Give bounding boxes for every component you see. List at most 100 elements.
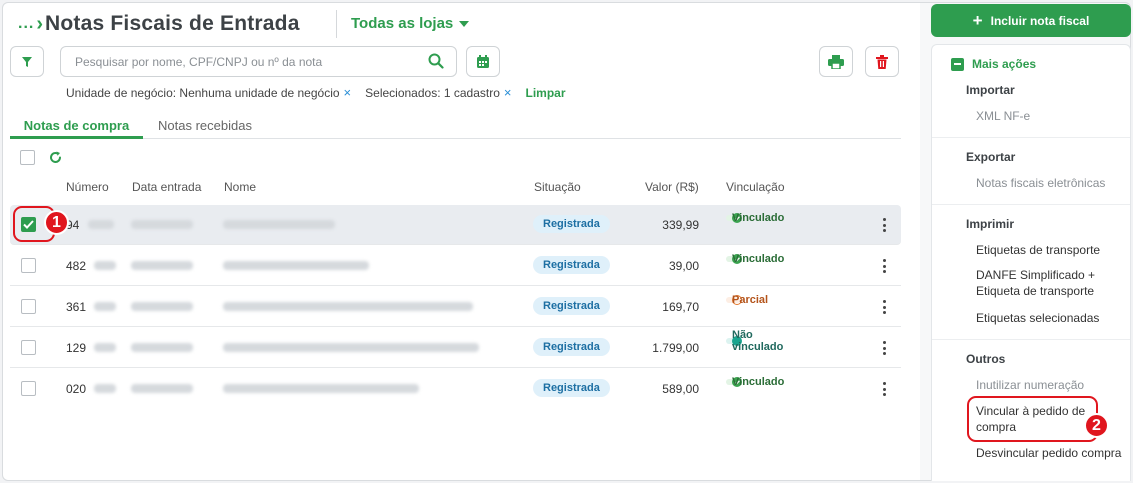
menu-item-export-nfe[interactable]: Notas fiscais eletrônicas xyxy=(976,175,1126,191)
delete-button[interactable] xyxy=(865,46,899,77)
calendar-button[interactable] xyxy=(466,46,500,77)
row-actions-menu-icon[interactable] xyxy=(879,299,889,315)
row-actions-menu-icon[interactable] xyxy=(879,258,889,274)
row-actions-menu-icon[interactable] xyxy=(879,381,889,397)
search-box xyxy=(60,46,457,77)
menu-item-unlink-purchase-order[interactable]: Desvincular pedido compra xyxy=(976,445,1126,461)
row-actions-menu-icon[interactable] xyxy=(879,340,889,356)
tab-notas-de-compra[interactable]: Notas de compra xyxy=(10,118,143,139)
trash-icon xyxy=(876,54,888,69)
column-data-entrada[interactable]: Data entrada xyxy=(132,180,201,194)
cell-numero: 482 xyxy=(66,259,87,273)
cell-numero: 361 xyxy=(66,300,87,314)
row-checkbox[interactable] xyxy=(21,258,36,273)
link-status-label: Vinculado xyxy=(732,212,785,224)
caret-down-icon xyxy=(459,21,470,27)
link-status-label: Parcial xyxy=(732,294,769,306)
redacted-text xyxy=(94,343,116,352)
table-header: Número Data entrada Nome Situação Valor … xyxy=(10,180,901,198)
search-input[interactable] xyxy=(75,53,415,71)
status-badge: Registrada xyxy=(533,215,610,233)
active-filters: Unidade de negócio: Nenhuma unidade de n… xyxy=(66,85,566,100)
cell-numero: 129 xyxy=(66,341,87,355)
table-row[interactable]: 482 Registrada 39,00 Vinculado xyxy=(10,246,901,286)
step-marker: 1 xyxy=(44,210,69,235)
status-badge: Registrada xyxy=(533,297,610,315)
link-status-badge: Vinculado xyxy=(726,212,784,224)
page-title: Notas Fiscais de Entrada xyxy=(45,12,300,35)
redacted-text xyxy=(94,261,116,270)
row-checkbox[interactable] xyxy=(21,340,36,355)
more-actions-toggle[interactable]: Mais ações xyxy=(951,57,1036,71)
divider xyxy=(932,339,1130,340)
calendar-icon xyxy=(477,54,489,68)
header-divider xyxy=(336,10,337,38)
breadcrumb: ... › Notas Fiscais de Entrada xyxy=(18,12,300,36)
cell-valor: 39,00 xyxy=(668,259,699,273)
clear-filters-link[interactable]: Limpar xyxy=(526,86,566,100)
menu-item-shipping-labels[interactable]: Etiquetas de transporte xyxy=(976,242,1126,258)
redacted-name xyxy=(223,343,479,352)
tab-bar: Notas de compra Notas recebidas xyxy=(10,116,901,139)
link-status-badge: Vinculado xyxy=(726,253,784,265)
cell-numero: 020 xyxy=(66,382,87,396)
store-selector-label: Todas as lojas xyxy=(351,15,454,32)
column-vinculacao[interactable]: Vinculação xyxy=(726,180,785,194)
column-valor[interactable]: Valor (R$) xyxy=(645,180,699,194)
row-actions-menu-icon[interactable] xyxy=(879,217,889,233)
divider xyxy=(932,137,1130,138)
printer-icon xyxy=(828,54,844,69)
filter-chip-selected: Selecionados: 1 cadastro xyxy=(365,85,500,100)
column-situacao[interactable]: Situação xyxy=(534,180,581,194)
select-all-checkbox[interactable] xyxy=(20,150,35,165)
add-invoice-label: Incluir nota fiscal xyxy=(990,13,1090,28)
status-badge: Registrada xyxy=(533,256,610,274)
cell-valor: 589,00 xyxy=(662,382,699,396)
status-badge: Registrada xyxy=(533,338,610,356)
highlight-box xyxy=(967,396,1098,442)
redacted-name xyxy=(223,220,335,229)
section-title-importar: Importar xyxy=(966,83,1015,97)
store-selector[interactable]: Todas as lojas xyxy=(351,15,470,32)
breadcrumb-back-link[interactable]: ... xyxy=(18,15,34,33)
refresh-icon[interactable] xyxy=(49,151,62,164)
filter-chip-business-unit: Unidade de negócio: Nenhuma unidade de n… xyxy=(66,85,340,100)
menu-item-danfe-simplificado[interactable]: DANFE Simplificado + Etiqueta de transpo… xyxy=(976,267,1126,299)
table-row[interactable]: 361 Registrada 169,70 Parcial xyxy=(10,287,901,327)
add-invoice-button[interactable]: + Incluir nota fiscal xyxy=(931,4,1131,37)
menu-item-inutilizar-numeracao[interactable]: Inutilizar numeração xyxy=(976,377,1126,393)
table-row[interactable]: 020 Registrada 589,00 Vinculado xyxy=(10,369,901,409)
redacted-name xyxy=(223,261,369,270)
more-actions-label: Mais ações xyxy=(972,57,1037,71)
link-status-label: Vinculado xyxy=(732,253,785,265)
main-content: ... › Notas Fiscais de Entrada Todas as … xyxy=(3,3,920,480)
link-status-label: Não vinculado xyxy=(732,329,784,353)
menu-item-xml-nfe[interactable]: XML NF-e xyxy=(976,108,1126,124)
print-button[interactable] xyxy=(819,46,853,77)
cell-valor: 169,70 xyxy=(662,300,699,314)
chevron-right-icon: › xyxy=(36,13,44,35)
table-row[interactable]: 94 Registrada 339,99 Vinculado xyxy=(10,205,901,245)
redacted-name xyxy=(223,384,419,393)
redacted-date xyxy=(131,261,193,270)
section-title-outros: Outros xyxy=(966,352,1006,366)
row-checkbox[interactable] xyxy=(21,299,36,314)
collapse-icon xyxy=(951,57,964,71)
column-nome[interactable]: Nome xyxy=(224,180,256,194)
redacted-date xyxy=(131,384,193,393)
redacted-date xyxy=(131,302,193,311)
plus-icon: + xyxy=(972,11,983,30)
remove-filter-icon[interactable]: × xyxy=(504,85,512,100)
link-status-label: Vinculado xyxy=(732,376,785,388)
tab-notas-recebidas[interactable]: Notas recebidas xyxy=(158,118,252,133)
remove-filter-icon[interactable]: × xyxy=(344,85,352,100)
link-status-badge: Vinculado xyxy=(726,376,784,388)
redacted-text xyxy=(88,220,114,229)
cell-valor: 339,99 xyxy=(662,218,699,232)
filter-button[interactable] xyxy=(10,46,44,77)
row-checkbox[interactable] xyxy=(21,381,36,396)
search-icon[interactable] xyxy=(428,53,444,69)
menu-item-selected-labels[interactable]: Etiquetas selecionadas xyxy=(976,310,1126,326)
table-row[interactable]: 129 Registrada 1.799,00 Não vinculado xyxy=(10,328,901,368)
column-numero[interactable]: Número xyxy=(66,180,109,194)
